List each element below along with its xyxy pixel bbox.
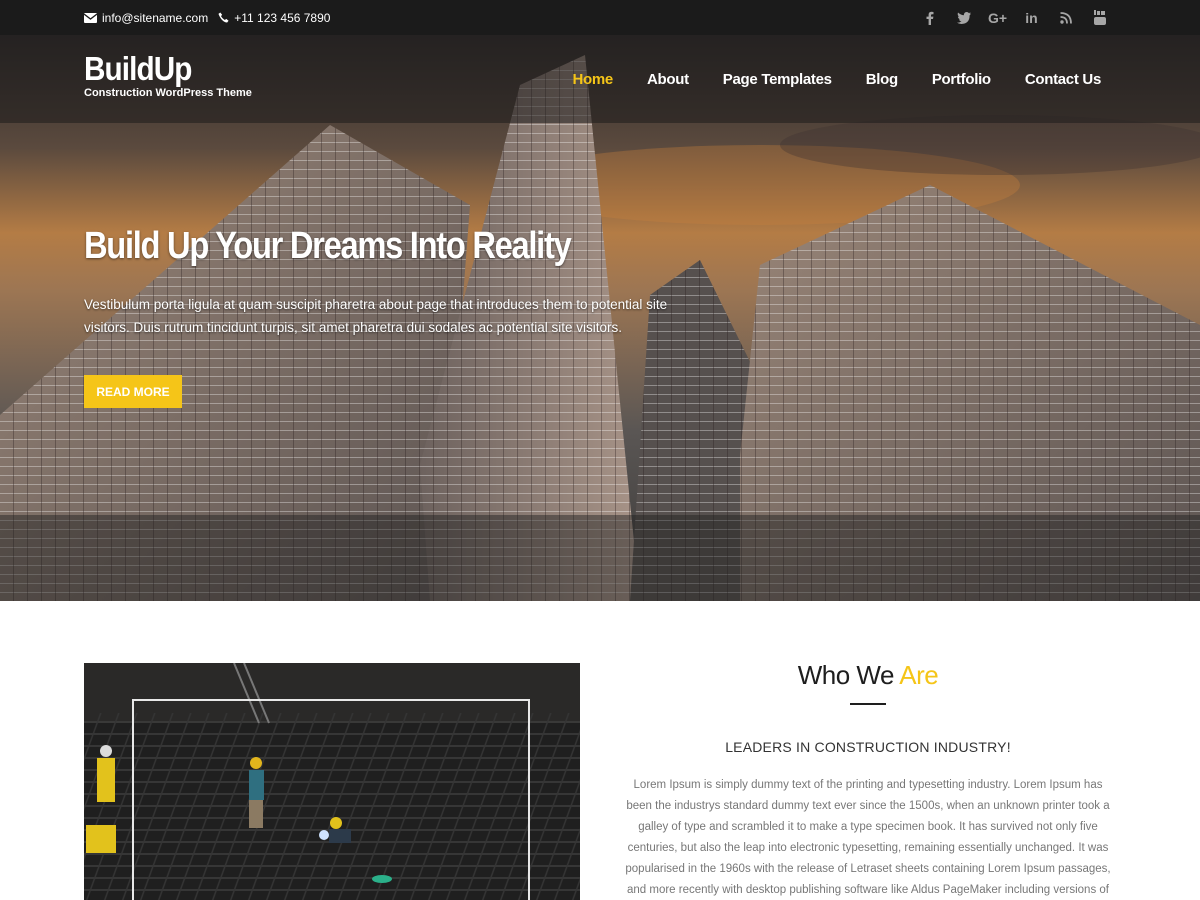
youtube-icon[interactable]: [1091, 9, 1108, 26]
site-tagline: Construction WordPress Theme: [84, 87, 252, 99]
section-subtitle: LEADERS IN CONSTRUCTION INDUSTRY!: [725, 739, 1011, 755]
social-links: G+ in: [904, 0, 1108, 35]
menu-item-contact-us[interactable]: Contact Us: [1025, 71, 1101, 88]
linkedin-glyph: in: [1025, 9, 1038, 26]
about-image: [84, 663, 580, 900]
site-branding[interactable]: BuildUp Construction WordPress Theme: [84, 51, 252, 100]
google-plus-icon[interactable]: G+: [987, 9, 1008, 26]
menu-item-portfolio[interactable]: Portfolio: [932, 71, 991, 88]
section-body: Lorem Ipsum is simply dummy text of the …: [625, 779, 1111, 896]
rss-icon[interactable]: [1057, 9, 1074, 26]
hero-text: Vestibulum porta ligula at quam suscipit…: [84, 297, 668, 335]
phone-icon: [218, 12, 229, 23]
title-main: Who We: [797, 660, 900, 690]
email-text: info@sitename.com: [102, 10, 209, 25]
title-divider: [850, 703, 886, 705]
who-we-are-section: Who We Are LEADERS IN CONSTRUCTION INDUS…: [618, 660, 1118, 900]
hero-title: Build Up Your Dreams Into Reality: [84, 225, 572, 267]
google-plus-glyph: G+: [987, 9, 1008, 26]
phone-text: +11 123 456 7890: [234, 10, 331, 25]
menu-item-about[interactable]: About: [647, 71, 689, 88]
contact-info: info@sitename.com +11 123 456 7890: [84, 0, 340, 35]
main-menu: Home About Page Templates Blog Portfolio…: [538, 35, 1101, 123]
read-more-button[interactable]: READ MORE: [84, 375, 182, 408]
envelope-icon: [84, 12, 97, 23]
menu-item-home[interactable]: Home: [572, 71, 613, 88]
email-contact[interactable]: info@sitename.com: [84, 11, 208, 25]
facebook-icon[interactable]: [921, 9, 938, 26]
phone-contact[interactable]: +11 123 456 7890: [218, 11, 330, 25]
image-frame: [132, 699, 530, 900]
top-bar: info@sitename.com +11 123 456 7890 G+ in: [0, 0, 1200, 35]
menu-item-page-templates[interactable]: Page Templates: [723, 71, 832, 88]
menu-item-blog[interactable]: Blog: [866, 71, 898, 88]
title-accent: Are: [899, 660, 939, 690]
site-title[interactable]: BuildUp: [84, 51, 235, 87]
hero-section: BuildUp Construction WordPress Theme Hom…: [0, 35, 1200, 601]
section-title: Who We Are: [618, 660, 1118, 691]
twitter-icon[interactable]: [955, 9, 972, 26]
linkedin-icon[interactable]: in: [1023, 9, 1040, 26]
